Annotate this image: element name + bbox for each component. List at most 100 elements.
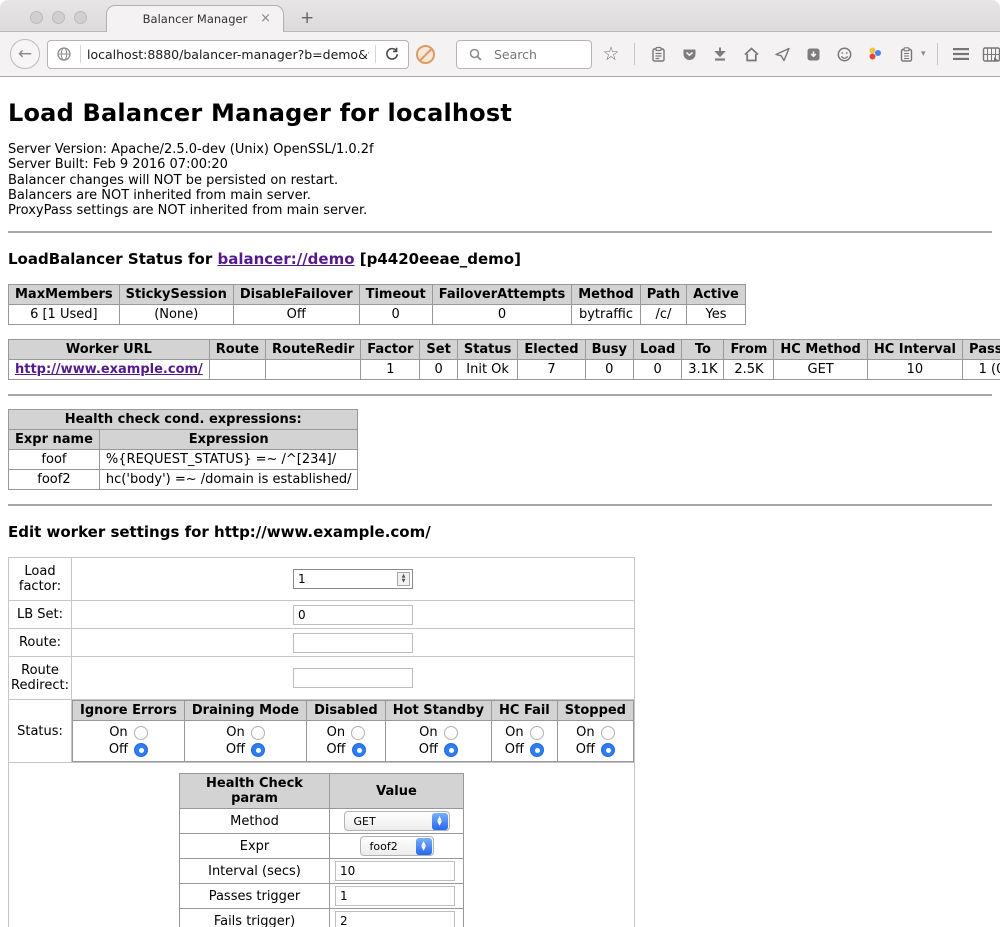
status-heading-prefix: LoadBalancer Status for bbox=[8, 250, 217, 268]
search-input[interactable] bbox=[492, 46, 582, 63]
route-redirect-input[interactable] bbox=[293, 668, 413, 688]
status-heading-suffix: [p4420eeae_demo] bbox=[355, 250, 521, 268]
hc-row-passes: Passes trigger bbox=[180, 884, 464, 909]
radio-hc-fail-off[interactable] bbox=[530, 743, 544, 757]
bookmark-star-icon[interactable]: ☆ bbox=[599, 42, 623, 66]
hc-header-row: Health Check param Value bbox=[180, 774, 464, 809]
fails-label: Fails trigger) bbox=[180, 909, 330, 927]
form-row-route-redirect: Route Redirect: bbox=[9, 657, 635, 700]
balancer-demo-link[interactable]: balancer://demo bbox=[217, 250, 354, 268]
on-label: On bbox=[419, 725, 437, 740]
on-label: On bbox=[226, 725, 244, 740]
passes-input[interactable] bbox=[335, 886, 455, 906]
radio-disabled-on[interactable] bbox=[351, 726, 365, 740]
radio-stopped-off[interactable] bbox=[601, 743, 615, 757]
blocked-content-icon[interactable] bbox=[416, 45, 435, 64]
tab-close-icon[interactable]: × bbox=[260, 11, 271, 26]
window-zoom-button[interactable] bbox=[74, 11, 87, 24]
method-label: Method bbox=[180, 809, 330, 834]
off-label: Off bbox=[226, 742, 245, 757]
edit-worker-form-table: Load factor: ▲▼ LB Set: Route: Route Red… bbox=[8, 557, 635, 927]
chevron-down-icon[interactable]: ▾ bbox=[921, 49, 926, 59]
method-select[interactable]: GET▲▼ bbox=[344, 811, 450, 831]
radio-hot-standby-off[interactable] bbox=[444, 743, 458, 757]
cell-disablefailover: Off bbox=[233, 305, 359, 325]
window-close-button[interactable] bbox=[30, 11, 43, 24]
globe-icon bbox=[52, 42, 76, 66]
send-plane-icon[interactable] bbox=[770, 42, 794, 66]
cell-elected: 7 bbox=[518, 360, 585, 380]
status-radio-row: On Off On Off On Off bbox=[73, 721, 634, 762]
worker-row: http://www.example.com/ 1 0 Init Ok 7 0 … bbox=[9, 360, 1000, 380]
expr-select[interactable]: foof2▲▼ bbox=[360, 836, 434, 856]
pocket-icon[interactable] bbox=[677, 42, 701, 66]
download-icon[interactable] bbox=[708, 42, 732, 66]
lb-set-input[interactable] bbox=[293, 605, 413, 625]
hc-fail-radios: On Off bbox=[492, 721, 558, 762]
balancer-status-table: MaxMembers StickySession DisableFailover… bbox=[8, 284, 746, 325]
col-timeout: Timeout bbox=[359, 285, 432, 305]
radio-stopped-on[interactable] bbox=[601, 726, 615, 740]
table-header-row: Expr name Expression bbox=[9, 430, 358, 450]
col-expression: Expression bbox=[99, 430, 358, 450]
page-title: Load Balancer Manager for localhost bbox=[8, 99, 992, 127]
clipboard-icon[interactable] bbox=[646, 42, 670, 66]
tiles-grid-icon[interactable] bbox=[980, 42, 1000, 66]
col-method: Method bbox=[572, 285, 640, 305]
number-spinner-icon[interactable]: ▲▼ bbox=[397, 572, 410, 586]
select-stepper-icon: ▲▼ bbox=[416, 838, 432, 855]
route-input[interactable] bbox=[293, 633, 413, 653]
save-to-device-icon[interactable] bbox=[801, 42, 825, 66]
divider bbox=[8, 504, 992, 506]
reload-icon[interactable] bbox=[380, 42, 404, 66]
tab-bar: Balancer Manager × + bbox=[0, 0, 1000, 31]
cell-failoverattempts: 0 bbox=[432, 305, 572, 325]
disabled-radios: On Off bbox=[307, 721, 386, 762]
tab-balancer-manager[interactable]: Balancer Manager × bbox=[106, 5, 284, 32]
worker-url-link[interactable]: http://www.example.com/ bbox=[15, 362, 203, 377]
new-tab-button[interactable]: + bbox=[300, 8, 314, 28]
urlbar-divider bbox=[375, 45, 376, 63]
cell-method: bytraffic bbox=[572, 305, 640, 325]
status-radio-table: Ignore Errors Draining Mode Disabled Hot… bbox=[72, 700, 634, 762]
address-input[interactable] bbox=[85, 46, 371, 63]
url-bar[interactable] bbox=[47, 40, 409, 69]
radio-draining-mode-off[interactable] bbox=[251, 743, 265, 757]
col-failoverattempts: FailoverAttempts bbox=[432, 285, 572, 305]
back-button[interactable]: ← bbox=[10, 39, 40, 69]
off-label: Off bbox=[576, 742, 595, 757]
colored-dots-icon[interactable] bbox=[863, 42, 887, 66]
divider bbox=[8, 394, 992, 396]
cell-expr-name: foof2 bbox=[9, 470, 100, 490]
cell-path: /c/ bbox=[640, 305, 686, 325]
radio-ignore-errors-off[interactable] bbox=[134, 743, 148, 757]
radio-hc-fail-on[interactable] bbox=[530, 726, 544, 740]
notes-panel-icon[interactable] bbox=[894, 42, 918, 66]
lb-set-label: LB Set: bbox=[9, 601, 72, 629]
proxypass-notice-line: ProxyPass settings are NOT inherited fro… bbox=[8, 203, 992, 218]
window-minimize-button[interactable] bbox=[52, 11, 65, 24]
radio-ignore-errors-on[interactable] bbox=[134, 726, 148, 740]
search-bar[interactable] bbox=[456, 40, 592, 69]
col-disablefailover: DisableFailover bbox=[233, 285, 359, 305]
feedback-smiley-icon[interactable] bbox=[832, 42, 856, 66]
hamburger-menu-icon[interactable] bbox=[949, 42, 973, 66]
select-stepper-icon: ▲▼ bbox=[432, 813, 448, 830]
form-row-status: Status: Ignore Errors Draining Mode Disa… bbox=[9, 700, 635, 763]
radio-draining-mode-on[interactable] bbox=[251, 726, 265, 740]
cell-route bbox=[209, 360, 265, 380]
load-factor-input[interactable] bbox=[293, 569, 413, 589]
persist-notice-line: Balancer changes will NOT be persisted o… bbox=[8, 173, 992, 188]
interval-input[interactable] bbox=[335, 861, 455, 881]
col-to: To bbox=[682, 340, 724, 360]
expr-label: Expr bbox=[180, 834, 330, 859]
server-info: Server Version: Apache/2.5.0-dev (Unix) … bbox=[8, 142, 992, 218]
col-routeredir: RouteRedir bbox=[266, 340, 361, 360]
cell-passes: 1 (0) bbox=[963, 360, 1000, 380]
home-icon[interactable] bbox=[739, 42, 763, 66]
radio-hot-standby-on[interactable] bbox=[444, 726, 458, 740]
radio-disabled-off[interactable] bbox=[352, 743, 366, 757]
fails-input[interactable] bbox=[335, 911, 455, 927]
col-worker-url: Worker URL bbox=[9, 340, 210, 360]
col-stickysession: StickySession bbox=[119, 285, 233, 305]
